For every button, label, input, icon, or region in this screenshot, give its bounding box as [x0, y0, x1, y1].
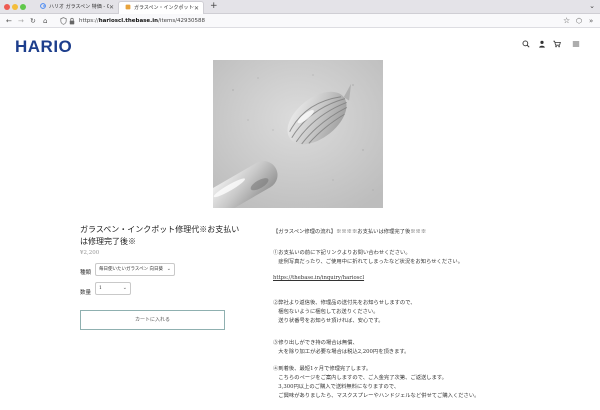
- browser-nav-bar: ← → ↻ ⌂ https://harioscl.thebase.in/item…: [0, 14, 600, 28]
- hario-logo[interactable]: HARIO: [15, 37, 72, 57]
- description-text: 大を除り加工が必要な場合は税込2,200円を頂きます。: [273, 349, 410, 355]
- description-text: 梱包ないように梱包してお送りください。: [273, 309, 379, 315]
- glass-pen-photo: [213, 60, 383, 208]
- browser-tab-active[interactable]: ガラスペン・インクポット修理代 ✕: [118, 1, 204, 14]
- bookmark-star-icon[interactable]: ☆: [563, 14, 570, 28]
- type-select[interactable]: 毎日使いたいガラスペン 向日葵 ⌄: [95, 263, 175, 276]
- chevron-down-icon[interactable]: ⌄: [589, 0, 595, 13]
- tab-label: ガラスペン・インクポット修理代: [134, 5, 194, 11]
- browser-tab-bar: ハリオ ガラスペン 特価 - Google ✕ ガラスペン・インクポット修理代 …: [0, 0, 600, 14]
- tab-close-icon[interactable]: ✕: [109, 1, 114, 14]
- type-select-value: 毎日使いたいガラスペン 向日葵: [99, 267, 164, 272]
- description-text: ①お支払いの前に下記リンクよりお問い合わせください。: [273, 250, 411, 256]
- description-text: ④到着後、最短1ヶ月で修理完了します。: [273, 366, 372, 372]
- lock-icon[interactable]: [69, 17, 75, 25]
- option-label-type: 種類: [80, 270, 92, 276]
- description-text: 送り状番号をお知らせ頂ければ、安心です。: [273, 318, 384, 324]
- maximize-window-button[interactable]: [20, 4, 26, 10]
- address-bar[interactable]: https://harioscl.thebase.in/items/429305…: [58, 16, 548, 26]
- close-window-button[interactable]: [4, 4, 10, 10]
- menu-icon[interactable]: [572, 40, 580, 48]
- description-text: こちらのページをご案内しますので、ご入金完了次第、ご返送します。: [273, 375, 447, 381]
- home-icon[interactable]: ⌂: [43, 14, 47, 28]
- back-arrow-icon[interactable]: ←: [6, 14, 12, 28]
- shop-favicon-icon: [125, 4, 131, 10]
- quantity-select[interactable]: 1 ⌄: [95, 282, 131, 295]
- quantity-select-value: 1: [99, 286, 102, 291]
- browser-tab-google[interactable]: ハリオ ガラスペン 特価 - Google ✕: [34, 1, 118, 14]
- minimize-window-button[interactable]: [12, 4, 18, 10]
- tab-close-icon[interactable]: ✕: [194, 2, 199, 14]
- url-path: /items/42930588: [158, 18, 206, 24]
- url-text: https://harioscl.thebase.in/items/429305…: [79, 16, 205, 26]
- shield-icon[interactable]: [60, 17, 67, 25]
- cart-icon[interactable]: [553, 40, 561, 48]
- product-title: ガラスペン・インクポット修理代※お支払いは修理完了後※: [80, 225, 240, 246]
- description-text: ②弊社より返信後、修理品の送付先をお知らせしますので、: [273, 300, 416, 306]
- option-label-quantity: 数量: [80, 290, 92, 296]
- forward-arrow-icon[interactable]: →: [18, 14, 24, 28]
- product-price: ¥2,200: [80, 250, 100, 256]
- url-prefix: https://: [79, 18, 99, 24]
- overflow-menu-icon[interactable]: »: [589, 14, 593, 28]
- plus-icon[interactable]: +: [210, 0, 218, 13]
- reload-icon[interactable]: ↻: [30, 14, 36, 28]
- chevron-down-icon: ⌄: [122, 285, 127, 291]
- google-icon: [40, 3, 46, 9]
- url-host: harioscl.thebase.in: [98, 18, 159, 24]
- add-to-cart-button[interactable]: カートに入れる: [80, 310, 225, 330]
- description-text: ご興味がありましたら、マスクスプレーやハンドジェルなど併せてご購入ください。: [273, 393, 480, 399]
- search-icon[interactable]: [522, 40, 530, 48]
- user-icon[interactable]: [538, 40, 546, 48]
- description-text: 3,300円以上のご購入で送料無料になりますので、: [273, 384, 400, 390]
- inquiry-link[interactable]: https://thebase.in/inquiry/harioscl: [273, 275, 364, 281]
- tab-label: ハリオ ガラスペン 特価 - Google: [49, 4, 109, 10]
- chevron-down-icon: ⌄: [166, 266, 171, 272]
- extensions-icon[interactable]: ⬡: [576, 14, 582, 28]
- description-text: 症例写真だったり、ご使用中に折れてしまったなど状況をお知らせください。: [273, 259, 464, 265]
- description-heading: 【ガラスペン修理の流れ】※※※※お支払いは修理完了後※※※: [273, 229, 427, 235]
- description-text: ③修り出しができ持の場合は無償、: [273, 340, 358, 346]
- product-image[interactable]: [213, 60, 383, 208]
